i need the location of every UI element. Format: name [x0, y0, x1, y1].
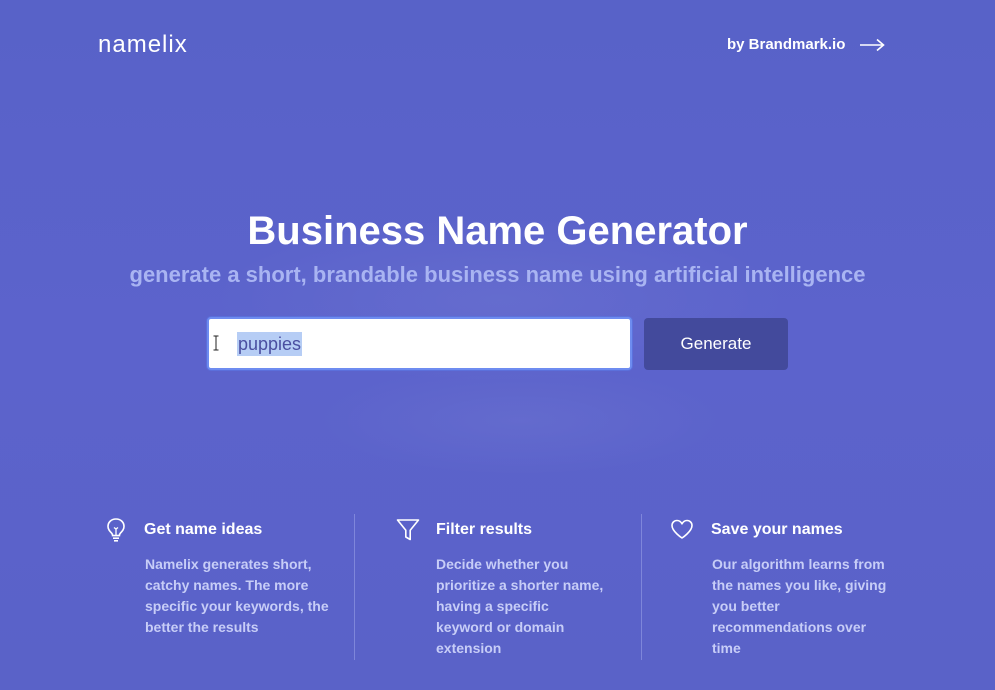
feature-get-name-ideas: Get name ideas Namelix generates short, …: [104, 514, 344, 660]
keyword-search-box[interactable]: puppies: [207, 317, 632, 370]
feature-description: Our algorithm learns from the names you …: [712, 556, 887, 656]
feature-save-your-names: Save your names Our algorithm learns fro…: [670, 514, 900, 660]
filter-icon: [396, 519, 420, 541]
feature-divider: [354, 514, 355, 660]
feature-description: Decide whether you prioritize a shorter …: [436, 556, 604, 656]
feature-title: Save your names: [711, 521, 843, 538]
feature-title: Filter results: [436, 521, 533, 538]
feature-divider: [641, 514, 642, 660]
page-title: Business Name Generator: [247, 209, 748, 253]
generate-button[interactable]: Generate: [644, 318, 788, 370]
feature-filter-results: Filter results Decide whether you priori…: [396, 514, 636, 660]
features-section: Get name ideas Namelix generates short, …: [98, 514, 898, 660]
brandmark-link[interactable]: by Brandmark.io: [727, 36, 886, 53]
namelix-logo[interactable]: namelix: [98, 30, 188, 60]
arrow-right-icon: [860, 38, 886, 51]
feature-description: Namelix generates short, catchy names. T…: [145, 556, 329, 635]
text-cursor-icon: [213, 335, 219, 351]
feature-title: Get name ideas: [144, 521, 263, 538]
page-subtitle: generate a short, brandable business nam…: [129, 262, 866, 287]
brandmark-link-label: by Brandmark.io: [727, 36, 846, 53]
lightbulb-icon: [107, 518, 125, 542]
keyword-input-selected-text: puppies: [237, 332, 303, 356]
heart-icon: [671, 519, 693, 539]
